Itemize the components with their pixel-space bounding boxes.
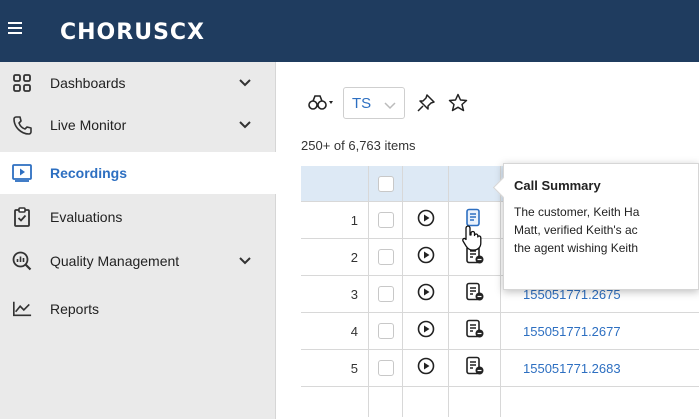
table-row[interactable]: 5 155051771.2683	[301, 350, 699, 387]
row-checkbox-cell	[369, 276, 403, 312]
table-row[interactable]: 4 155051771.2677	[301, 313, 699, 350]
select-all-checkbox[interactable]	[377, 175, 394, 192]
sidebar-item-label: Live Monitor	[50, 117, 127, 133]
sidebar-item-quality-management[interactable]: Quality Management	[0, 240, 276, 282]
chevron-down-icon[interactable]	[238, 254, 252, 268]
row-checkbox[interactable]	[377, 360, 394, 376]
row-checkbox-cell	[369, 387, 403, 417]
tooltip-text-line: The customer, Keith Ha	[514, 205, 640, 219]
row-number	[301, 387, 369, 417]
recording-id-link[interactable]: 155051771.2677	[501, 313, 699, 349]
play-icon[interactable]	[417, 283, 435, 306]
tooltip-title: Call Summary	[514, 178, 601, 193]
call-summary-tooltip: Call Summary The customer, Keith Ha Matt…	[503, 163, 699, 290]
header-cell-play	[403, 166, 449, 201]
header-cell-number	[301, 166, 369, 201]
tooltip-text-line: Matt, verified Keith's ac	[514, 223, 638, 237]
view-select[interactable]: TS	[343, 87, 405, 119]
hand-cursor-icon	[461, 224, 483, 252]
sidebar-item-label: Dashboards	[50, 75, 126, 91]
row-checkbox[interactable]	[377, 212, 394, 228]
chevron-down-icon[interactable]	[238, 118, 252, 132]
summary-cell	[449, 350, 501, 386]
play-cell	[403, 239, 449, 275]
sidebar-item-dashboards[interactable]: Dashboards	[0, 62, 276, 104]
play-cell	[403, 202, 449, 238]
sidebar-item-live-monitor[interactable]: Live Monitor	[0, 104, 276, 146]
toolbar: TS	[307, 86, 469, 120]
row-checkbox[interactable]	[377, 249, 394, 265]
sidebar-item-label: Quality Management	[50, 253, 180, 269]
recording-id-link[interactable]: 155051771.2683	[501, 350, 699, 386]
sidebar: Dashboards Live Monitor Recordings Evalu…	[0, 62, 276, 419]
sidebar-item-evaluations[interactable]: Evaluations	[0, 196, 276, 238]
row-number: 1	[301, 202, 369, 238]
call-summary-icon[interactable]	[465, 356, 485, 381]
play-cell	[403, 276, 449, 312]
play-icon[interactable]	[417, 357, 435, 380]
dashboard-grid-icon	[12, 73, 32, 93]
recording-id-link[interactable]	[501, 387, 699, 417]
play-icon[interactable]	[417, 320, 435, 343]
sidebar-item-label: Recordings	[50, 165, 128, 181]
row-number: 4	[301, 313, 369, 349]
play-video-icon	[12, 163, 32, 183]
menu-icon[interactable]	[8, 22, 22, 34]
sidebar-item-reports[interactable]: Reports	[0, 288, 276, 330]
call-summary-icon[interactable]	[465, 282, 485, 307]
view-select-value: TS	[352, 94, 372, 112]
play-icon[interactable]	[417, 246, 435, 269]
call-summary-icon[interactable]	[465, 319, 485, 344]
row-checkbox[interactable]	[377, 286, 394, 302]
play-cell	[403, 313, 449, 349]
play-cell	[403, 350, 449, 386]
sidebar-item-label: Reports	[50, 301, 100, 317]
item-count: 250+ of 6,763 items	[301, 138, 416, 153]
row-number: 2	[301, 239, 369, 275]
phone-icon	[12, 115, 32, 135]
pin-icon[interactable]	[415, 92, 437, 114]
sidebar-item-label: Evaluations	[50, 209, 123, 225]
play-icon[interactable]	[417, 209, 435, 232]
app-header: CHORUSCX	[0, 0, 699, 62]
table-row[interactable]	[301, 387, 699, 417]
row-checkbox-cell	[369, 350, 403, 386]
row-number: 3	[301, 276, 369, 312]
clipboard-check-icon	[12, 207, 32, 227]
row-checkbox-cell	[369, 239, 403, 275]
binoculars-filter-icon[interactable]	[307, 92, 337, 114]
chevron-down-icon[interactable]	[238, 76, 252, 90]
app-logo: CHORUSCX	[60, 20, 206, 45]
search-chart-icon	[12, 251, 32, 271]
select-all-checkbox-cell	[369, 166, 403, 201]
row-checkbox[interactable]	[377, 323, 394, 339]
row-number: 5	[301, 350, 369, 386]
sidebar-item-recordings[interactable]: Recordings	[0, 152, 276, 194]
summary-cell	[449, 313, 501, 349]
header-cell-summary	[449, 166, 501, 201]
tooltip-text-line: the agent wishing Keith	[514, 241, 639, 255]
chevron-down-icon	[384, 97, 396, 114]
line-chart-icon	[12, 299, 32, 319]
summary-cell	[449, 276, 501, 312]
row-checkbox-cell	[369, 313, 403, 349]
row-checkbox-cell	[369, 202, 403, 238]
star-icon[interactable]	[447, 92, 469, 114]
summary-cell	[449, 387, 501, 417]
play-cell	[403, 387, 449, 417]
